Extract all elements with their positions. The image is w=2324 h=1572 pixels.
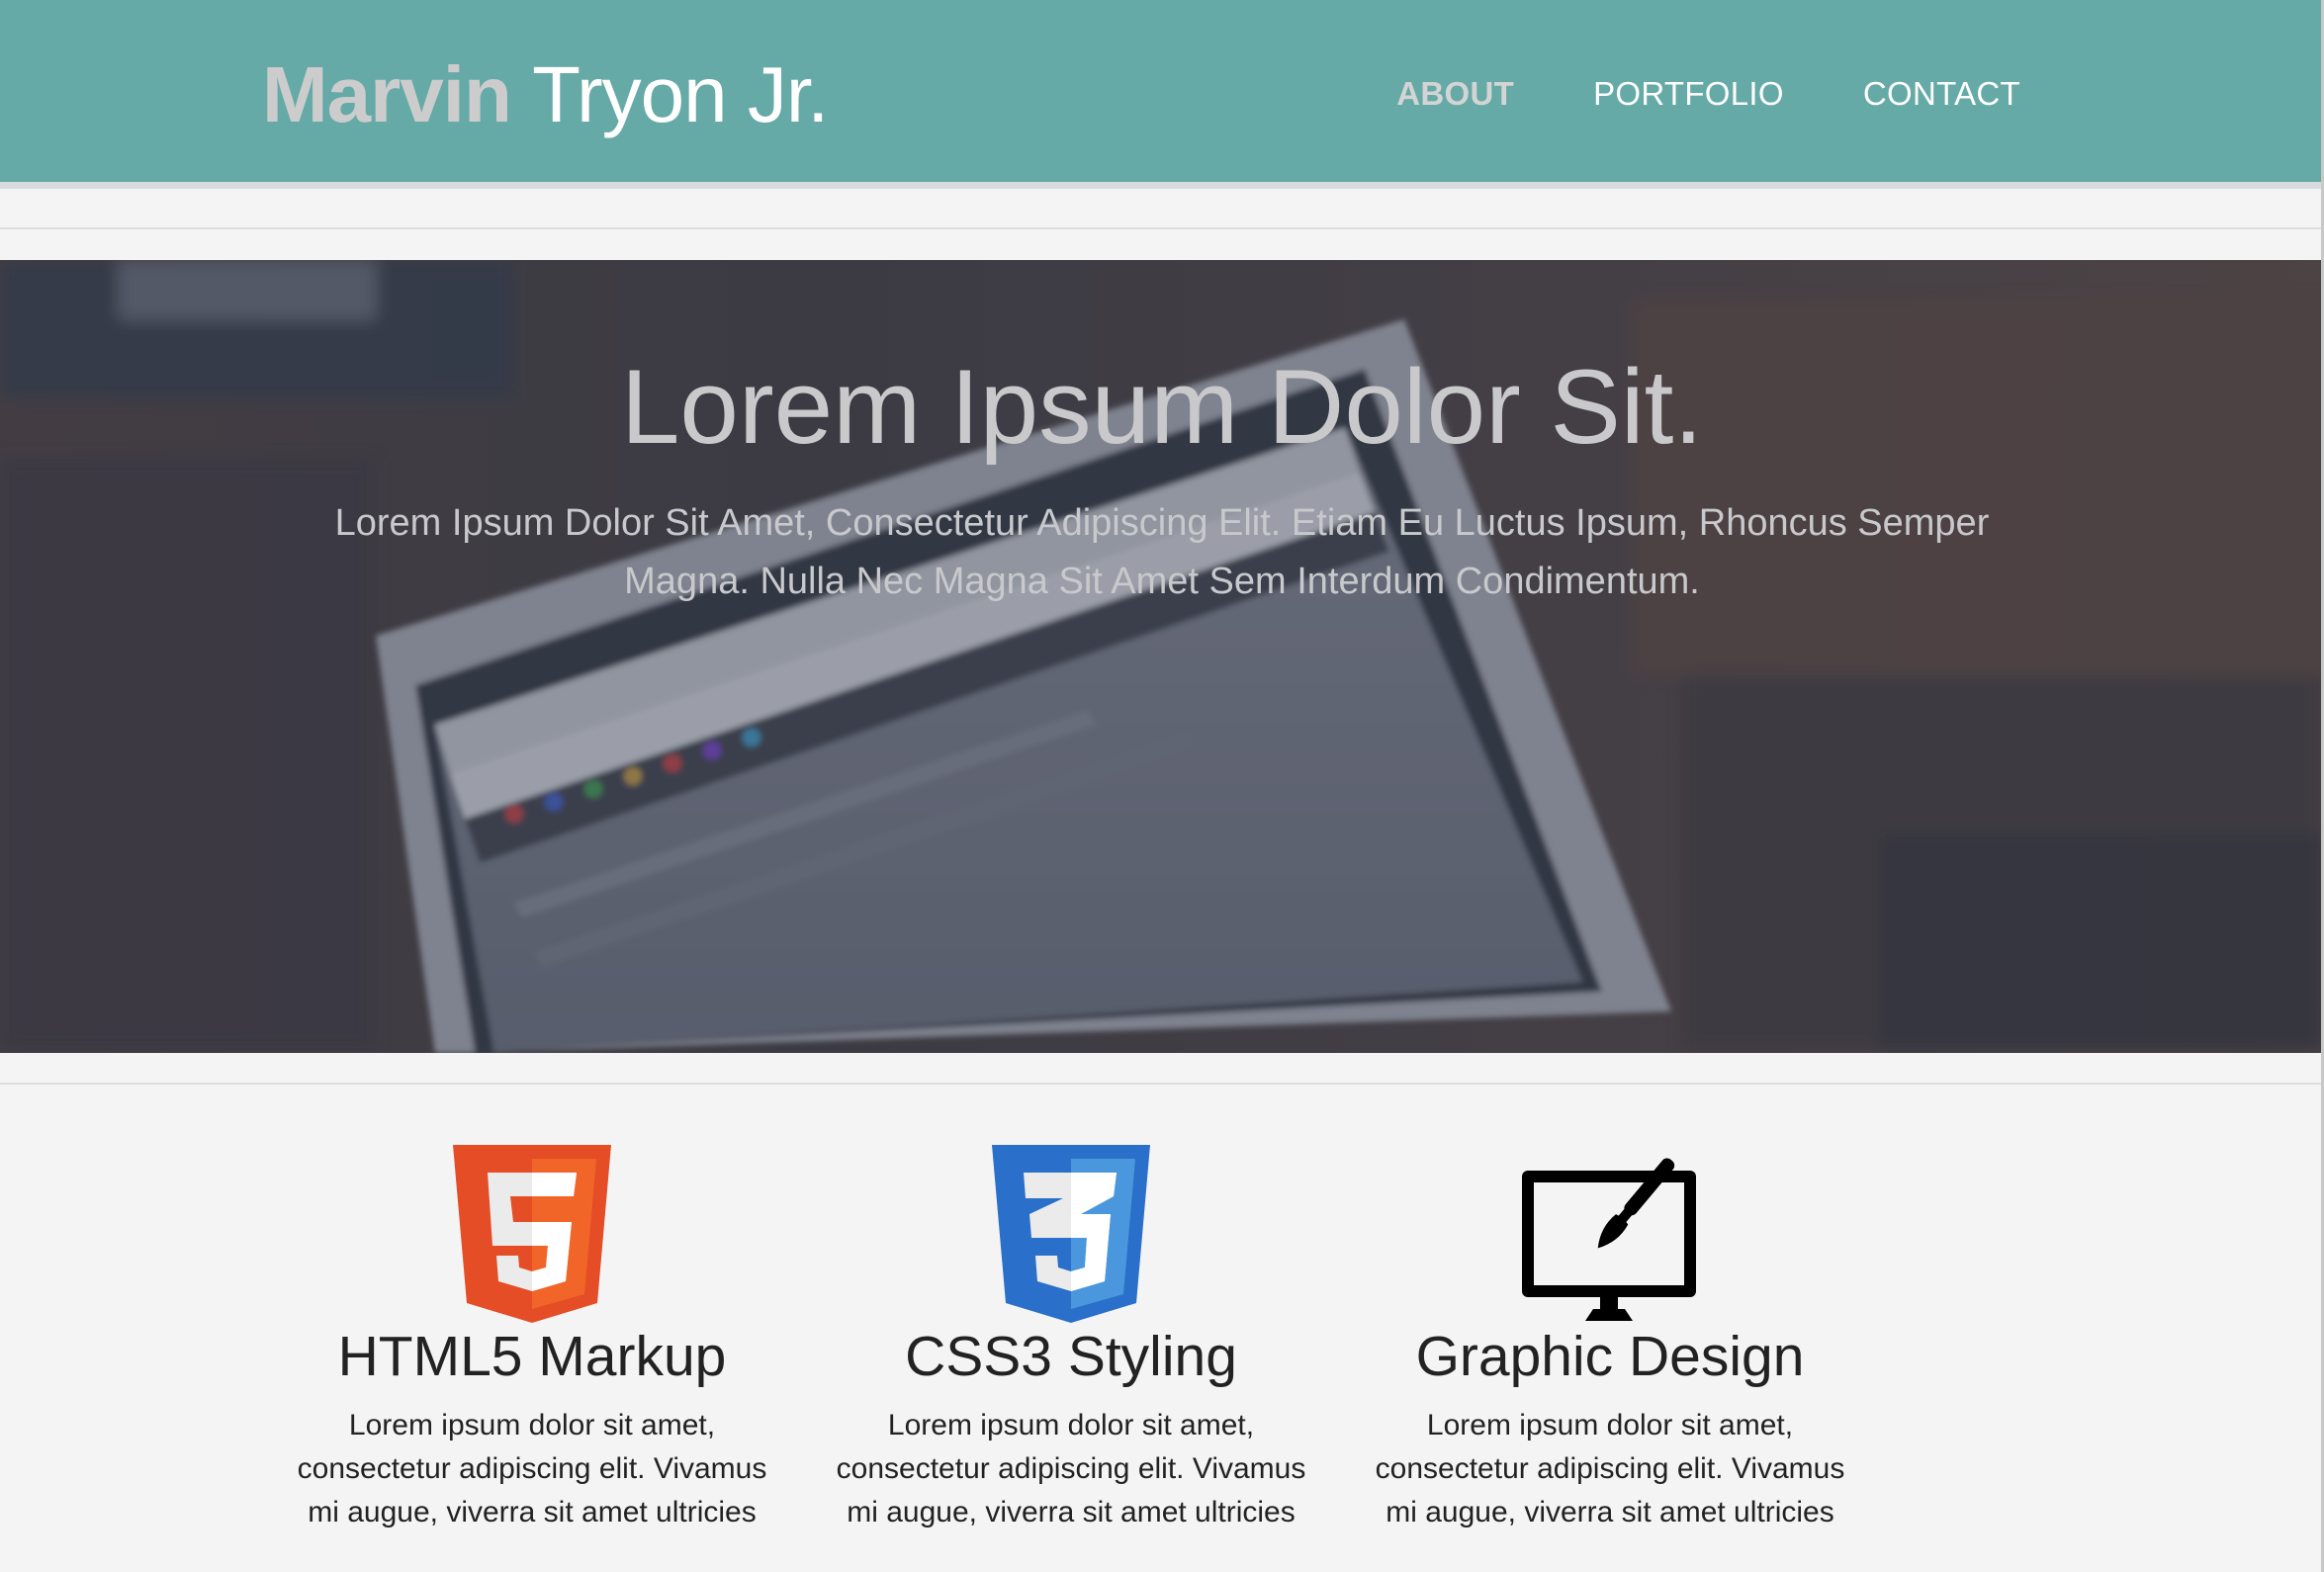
site-header: Marvin Tryon Jr. ABOUT PORTFOLIO CONTACT (0, 0, 2324, 189)
monitor-paintbrush-icon (1511, 1145, 1709, 1323)
feature-css3: CSS3 Styling Lorem ipsum dolor sit amet,… (824, 1145, 1318, 1534)
feature-title: HTML5 Markup (337, 1325, 727, 1388)
css3-logo-icon (972, 1145, 1170, 1323)
site-brand[interactable]: Marvin Tryon Jr. (262, 55, 829, 134)
page: Marvin Tryon Jr. ABOUT PORTFOLIO CONTACT (0, 0, 2324, 1572)
feature-description: Lorem ipsum dolor sit amet, consectetur … (836, 1408, 1306, 1528)
main-nav: ABOUT PORTFOLIO CONTACT (1396, 77, 2020, 110)
html5-logo-icon (433, 1145, 631, 1323)
feature-title: Graphic Design (1415, 1325, 1805, 1388)
hero-description: Lorem Ipsum Dolor Sit Amet, Consectetur … (334, 502, 1990, 602)
feature-html5: HTML5 Markup Lorem ipsum dolor sit amet,… (285, 1145, 779, 1534)
hero-title: Lorem Ipsum Dolor Sit. (620, 347, 1704, 466)
feature-graphic-design: Graphic Design Lorem ipsum dolor sit ame… (1363, 1145, 1857, 1534)
features-section: HTML5 Markup Lorem ipsum dolor sit amet,… (0, 1088, 2324, 1572)
divider (0, 227, 2324, 229)
feature-description: Lorem ipsum dolor sit amet, consectetur … (297, 1408, 767, 1528)
brand-last-name: Tryon Jr. (532, 50, 829, 138)
brand-first-name: Marvin (262, 50, 512, 138)
divider (0, 1083, 2324, 1085)
hero-section: Lorem Ipsum Dolor Sit. Lorem Ipsum Dolor… (0, 260, 2324, 1053)
nav-link-portfolio[interactable]: PORTFOLIO (1593, 77, 1784, 110)
feature-title: CSS3 Styling (905, 1325, 1237, 1388)
nav-link-contact[interactable]: CONTACT (1863, 77, 2020, 110)
feature-description: Lorem ipsum dolor sit amet, consectetur … (1375, 1408, 1845, 1528)
nav-link-about[interactable]: ABOUT (1396, 77, 1514, 110)
